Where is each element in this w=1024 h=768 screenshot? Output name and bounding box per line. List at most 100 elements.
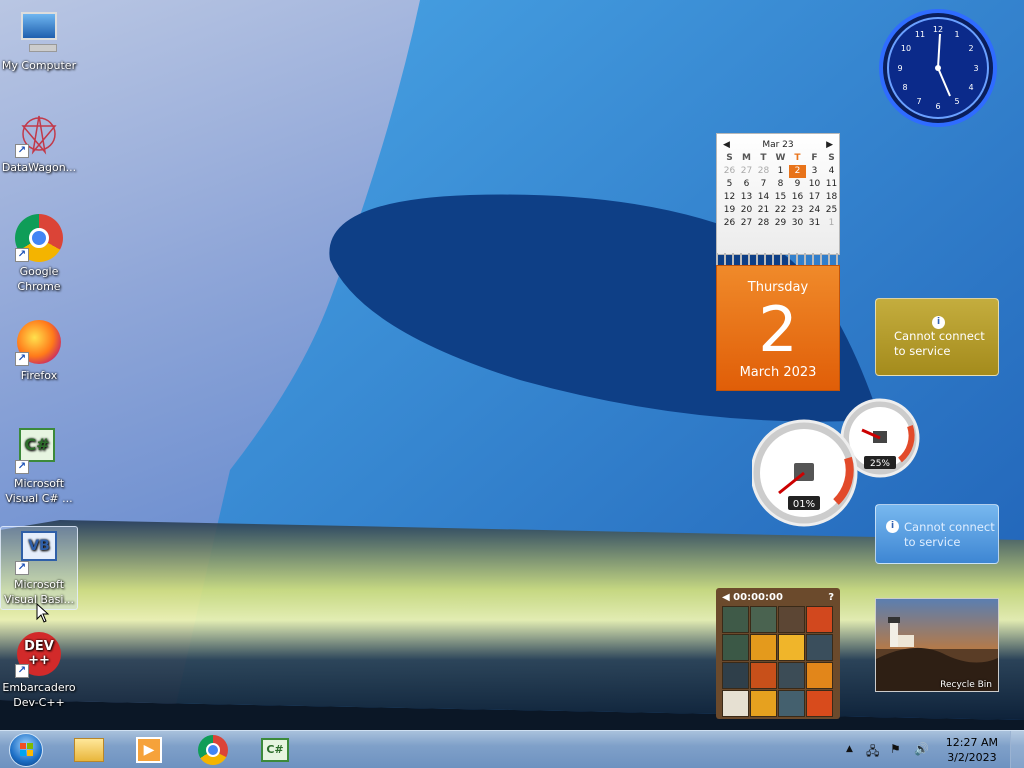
calendar-day-cell[interactable]: 30 [789,217,806,230]
calendar-day-cell[interactable]: 23 [789,204,806,217]
svg-text:3: 3 [973,64,978,73]
calendar-day-cell[interactable]: 8 [772,178,789,191]
slideshow-gadget[interactable]: Recycle Bin [875,598,999,692]
show-desktop-button[interactable] [1010,731,1024,768]
shortcut-arrow-icon: ↗ [15,248,29,262]
calendar-binding-rings [716,253,840,265]
desktop-icon-firefox[interactable]: ↗ Firefox [0,318,78,383]
puzzle-tile[interactable] [722,606,749,633]
calendar-day-cell[interactable]: 17 [806,191,823,204]
calendar-day-cell[interactable]: 26 [721,217,738,230]
calendar-day-cell[interactable]: 29 [772,217,789,230]
puzzle-tile[interactable] [806,690,833,717]
desktop-icon-label: Embarcadero Dev-C++ [2,681,76,709]
taskbar-visual-csharp-button[interactable]: C# [252,733,298,767]
show-hidden-icons-arrow[interactable]: ▲ [846,744,853,754]
calendar-day-cell[interactable]: 27 [738,165,755,178]
network-icon[interactable]: 🖧 [866,742,879,763]
puzzle-tile[interactable] [806,662,833,689]
desktop-icon-visual-basic[interactable]: VB ↗ Microsoft Visual Basi... [0,526,78,610]
svg-text:11: 11 [915,30,925,39]
calendar-month-year: March 2023 [739,365,817,380]
feed-headlines-gadget[interactable]: i Cannot connect to service [875,504,999,564]
puzzle-grid[interactable] [719,605,837,718]
calendar-day-cell[interactable]: 21 [755,204,772,217]
calendar-day-cell[interactable]: 25 [823,204,840,217]
calendar-day-cell[interactable]: 2 [789,165,806,178]
calendar-day-cell[interactable]: 20 [738,204,755,217]
calendar-day-cell[interactable]: 12 [721,191,738,204]
desktop-icon-visual-csharp[interactable]: C# ↗ Microsoft Visual C# ... [0,426,78,506]
action-center-flag-icon[interactable]: ⚑ [890,742,901,756]
calendar-day-cell[interactable]: 5 [721,178,738,191]
picture-puzzle-gadget[interactable]: ◀ 00:00:00 ? [716,588,840,719]
calendar-day-cell[interactable]: 9 [789,178,806,191]
calendar-day-name: W [775,153,786,163]
desktop-icon-my-computer[interactable]: My Computer [0,8,78,73]
puzzle-tile[interactable] [806,634,833,661]
desktop-icon-label: My Computer [1,59,77,72]
prev-month-arrow-icon[interactable]: ◀ [723,140,730,150]
puzzle-tile[interactable] [722,662,749,689]
calendar-day-cell[interactable]: 28 [755,165,772,178]
calendar-day-cell[interactable]: 6 [738,178,755,191]
puzzle-tile[interactable] [778,690,805,717]
shortcut-arrow-icon: ↗ [15,352,29,366]
taskbar-explorer-button[interactable] [66,733,112,767]
calendar-day-cell[interactable]: 14 [755,191,772,204]
desktop-icon-label: Microsoft Visual C# ... [5,477,73,505]
calendar-day-cell[interactable]: 1 [772,165,789,178]
calendar-day-cell[interactable]: 31 [806,217,823,230]
svg-text:1: 1 [954,30,959,39]
devcpp-icon: DEV ++ ↗ [15,630,63,678]
calendar-day-cell[interactable]: 27 [738,217,755,230]
calendar-day-cell[interactable]: 15 [772,191,789,204]
calendar-today-panel: Thursday 2 March 2023 [716,265,840,391]
puzzle-tile[interactable] [722,634,749,661]
calendar-day-cell[interactable]: 19 [721,204,738,217]
calendar-grid[interactable]: S M T W T F S 26 27 28 1 2 3 4 5 6 7 8 9 10 11 12 13 14 15 16 17 18… [717,152,839,230]
calendar-day-cell[interactable]: 16 [789,191,806,204]
next-month-arrow-icon[interactable]: ▶ [826,140,833,150]
calendar-day-cell[interactable]: 18 [823,191,840,204]
taskbar-date: 3/2/2023 [947,751,997,764]
calendar-day-name: T [760,153,767,163]
puzzle-tile[interactable] [778,606,805,633]
volume-icon[interactable]: 🔊 [914,742,929,756]
shortcut-arrow-icon: ↗ [15,144,29,158]
taskbar: ▶ C# ▲ 🖧 ⚑ 🔊 12:27 AM 3/2/2023 [0,730,1024,768]
taskbar-media-player-button[interactable]: ▶ [126,733,172,767]
calendar-day-cell[interactable]: 10 [806,178,823,191]
start-button[interactable] [2,733,50,767]
calendar-day-cell[interactable]: 3 [806,165,823,178]
puzzle-tile[interactable] [750,662,777,689]
desktop-icon-datawagon[interactable]: ↗ DataWagon... [0,110,78,175]
calendar-day-cell[interactable]: 1 [823,217,840,230]
puzzle-tile[interactable] [778,662,805,689]
clock-gadget[interactable]: 12 12 3 45 6 7 8 9 10 11 [878,8,998,128]
puzzle-tile[interactable] [806,606,833,633]
desktop-icon-label: Google Chrome [17,265,61,293]
taskbar-chrome-button[interactable] [190,733,236,767]
shortcut-arrow-icon: ↗ [15,460,29,474]
puzzle-tile[interactable] [778,634,805,661]
puzzle-tile[interactable] [750,606,777,633]
calendar-day-cell[interactable]: 24 [806,204,823,217]
firefox-icon: ↗ [15,318,63,366]
calendar-day-cell[interactable]: 4 [823,165,840,178]
calendar-day-cell[interactable]: 7 [755,178,772,191]
calendar-gadget[interactable]: ◀ Mar 23 ▶ S M T W T F S 26 27 28 1 2 3 4 5 6 7 8 9 10 11 12 1… [716,133,840,391]
calendar-day-cell[interactable]: 26 [721,165,738,178]
puzzle-tile[interactable] [750,634,777,661]
calendar-day-cell[interactable]: 11 [823,178,840,191]
puzzle-help-button[interactable]: ? [828,591,834,605]
puzzle-tile[interactable] [722,690,749,717]
calendar-day-cell[interactable]: 28 [755,217,772,230]
weather-gadget[interactable]: i Cannot connect to service [875,298,999,376]
calendar-day-cell[interactable]: 22 [772,204,789,217]
desktop-icon-chrome[interactable]: ↗ Google Chrome [0,214,78,294]
desktop-icon-devcpp[interactable]: DEV ++ ↗ Embarcadero Dev-C++ [0,630,78,710]
calendar-day-cell[interactable]: 13 [738,191,755,204]
puzzle-tile[interactable] [750,690,777,717]
taskbar-clock[interactable]: 12:27 AM 3/2/2023 [946,735,998,765]
